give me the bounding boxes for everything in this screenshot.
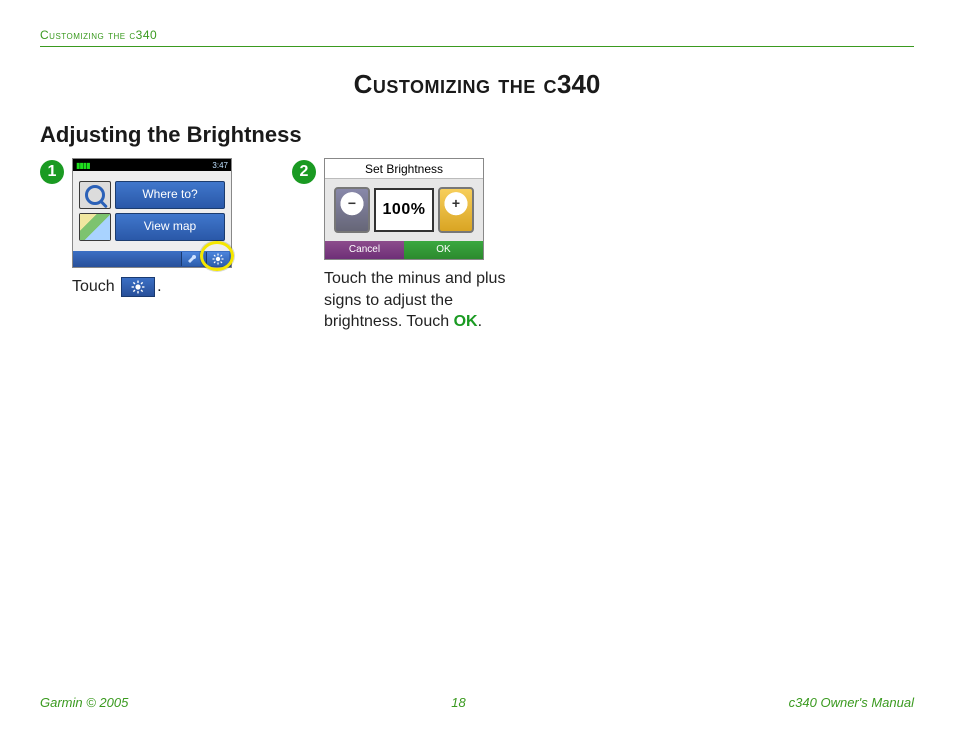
step-1: 1 ▮▮▮▮ 3:47 Where to? View map [40, 158, 232, 333]
section-heading: Adjusting the Brightness [40, 122, 914, 148]
running-header: Customizing the c340 [40, 28, 914, 47]
screenshot-main-menu: ▮▮▮▮ 3:47 Where to? View map [72, 158, 232, 268]
brightness-value: 100% [374, 188, 434, 232]
inline-brightness-icon [121, 277, 155, 297]
step-2: 2 Set Brightness − 100% + Cancel OK Touc… [292, 158, 534, 333]
page-title: Customizing the c340 [40, 69, 914, 100]
step-number-2: 2 [292, 160, 316, 184]
search-icon [79, 181, 111, 209]
step-1-caption: Touch . [72, 276, 232, 298]
where-to-button[interactable]: Where to? [115, 181, 225, 209]
wrench-icon[interactable] [181, 252, 204, 266]
step-number-1: 1 [40, 160, 64, 184]
brightness-dialog-title: Set Brightness [325, 159, 483, 179]
signal-icon: ▮▮▮▮ [76, 161, 90, 170]
brightness-icon[interactable] [206, 252, 229, 266]
footer-left: Garmin © 2005 [40, 695, 128, 710]
page-number: 18 [451, 695, 465, 710]
brightness-plus-button[interactable]: + [438, 187, 474, 233]
clock-readout: 3:47 [212, 161, 228, 170]
step-2-caption: Touch the minus and plus signs to adjust… [324, 268, 534, 333]
cancel-button[interactable]: Cancel [325, 241, 404, 259]
brightness-minus-button[interactable]: − [334, 187, 370, 233]
screenshot-set-brightness: Set Brightness − 100% + Cancel OK [324, 158, 484, 260]
map-icon [79, 213, 111, 241]
view-map-button[interactable]: View map [115, 213, 225, 241]
ok-button[interactable]: OK [404, 241, 483, 259]
page-footer: Garmin © 2005 18 c340 Owner's Manual [40, 695, 914, 710]
footer-right: c340 Owner's Manual [789, 695, 914, 710]
